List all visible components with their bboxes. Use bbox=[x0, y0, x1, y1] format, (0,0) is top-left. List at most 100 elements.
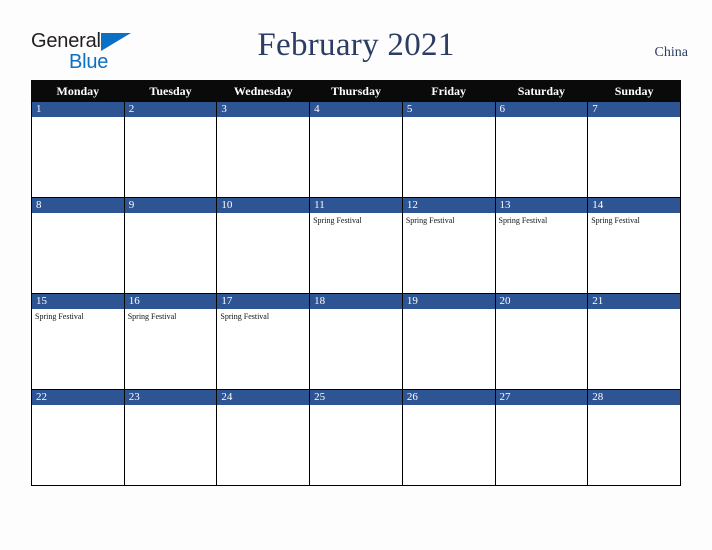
day-cell-content: 22 bbox=[32, 390, 124, 485]
calendar-day-cell[interactable]: 14 Spring Festival bbox=[587, 197, 681, 294]
day-number: 10 bbox=[217, 198, 310, 213]
day-cell-content: 5 bbox=[402, 102, 495, 197]
calendar-day-cell[interactable]: 21 bbox=[587, 293, 681, 390]
weekday-header-thursday: Thursday bbox=[309, 80, 403, 102]
calendar-day-cell[interactable]: 7 bbox=[587, 101, 681, 198]
calendar-weekday-header-row: Monday Tuesday Wednesday Thursday Friday… bbox=[31, 80, 681, 102]
day-cell-content: 2 bbox=[124, 102, 217, 197]
day-events bbox=[125, 405, 217, 407]
calendar-day-cell[interactable]: 12 Spring Festival bbox=[401, 197, 496, 294]
calendar-week-row: 22 23 24 25 26 27 28 bbox=[31, 389, 681, 486]
calendar-day-cell[interactable]: 13 Spring Festival bbox=[494, 197, 589, 294]
day-number: 26 bbox=[402, 390, 495, 405]
weekday-header-tuesday: Tuesday bbox=[123, 80, 218, 102]
day-events bbox=[125, 117, 217, 119]
calendar-day-cell[interactable]: 23 bbox=[123, 389, 218, 486]
day-cell-content: 3 bbox=[217, 102, 310, 197]
calendar-day-cell[interactable]: 6 bbox=[494, 101, 589, 198]
day-number: 23 bbox=[124, 390, 217, 405]
calendar-day-cell[interactable]: 25 bbox=[309, 389, 403, 486]
calendar-day-cell[interactable]: 5 bbox=[401, 101, 496, 198]
calendar-week-row: 8 9 10 11 Spring Festival 12 Spring Festival 13… bbox=[31, 197, 681, 294]
day-number: 13 bbox=[495, 198, 588, 213]
calendar-body: 1 2 3 4 5 6 7 8 9 10 11 Spring Festival 12 Spring Fes… bbox=[31, 101, 681, 486]
calendar-day-cell[interactable]: 8 bbox=[31, 197, 125, 294]
day-events bbox=[496, 309, 588, 311]
calendar-day-cell[interactable]: 16 Spring Festival bbox=[123, 293, 218, 390]
day-events bbox=[125, 213, 217, 215]
calendar-day-cell[interactable]: 19 bbox=[401, 293, 496, 390]
calendar-day-cell[interactable]: 22 bbox=[31, 389, 125, 486]
day-events: Spring Festival bbox=[588, 213, 680, 226]
day-number: 18 bbox=[310, 294, 402, 309]
calendar-day-cell[interactable]: 27 bbox=[494, 389, 589, 486]
weekday-header-saturday: Saturday bbox=[494, 80, 589, 102]
day-events bbox=[588, 117, 680, 119]
day-events bbox=[310, 309, 402, 311]
day-number: 2 bbox=[124, 102, 217, 117]
day-cell-content: 10 bbox=[217, 198, 310, 293]
calendar-day-cell[interactable]: 11 Spring Festival bbox=[309, 197, 403, 294]
day-cell-content: 12 Spring Festival bbox=[402, 198, 495, 293]
day-number: 12 bbox=[402, 198, 495, 213]
page-title: February 2021 bbox=[257, 27, 455, 63]
day-number: 19 bbox=[402, 294, 495, 309]
calendar-day-cell[interactable]: 24 bbox=[216, 389, 311, 486]
day-events bbox=[403, 309, 495, 311]
day-number: 25 bbox=[310, 390, 402, 405]
day-cell-content: 1 bbox=[32, 102, 124, 197]
day-events bbox=[496, 405, 588, 407]
day-cell-content: 17 Spring Festival bbox=[217, 294, 310, 389]
day-events bbox=[310, 405, 402, 407]
day-number: 22 bbox=[32, 390, 124, 405]
weekday-header-wednesday: Wednesday bbox=[216, 80, 311, 102]
weekday-header-monday: Monday bbox=[31, 80, 125, 102]
page-header: General Blue February 2021 China bbox=[0, 0, 712, 80]
event-label: Spring Festival bbox=[127, 312, 177, 321]
day-cell-content: 19 bbox=[402, 294, 495, 389]
calendar-day-cell[interactable]: 26 bbox=[401, 389, 496, 486]
day-number: 3 bbox=[217, 102, 310, 117]
event-label: Spring Festival bbox=[35, 312, 84, 321]
calendar-day-cell[interactable]: 3 bbox=[216, 101, 311, 198]
day-number: 24 bbox=[217, 390, 310, 405]
country-label: China bbox=[654, 45, 688, 60]
calendar-day-cell[interactable]: 2 bbox=[123, 101, 218, 198]
day-cell-content: 11 Spring Festival bbox=[310, 198, 402, 293]
calendar-week-row: 15 Spring Festival 16 Spring Festival 17 Spri… bbox=[31, 293, 681, 390]
calendar-day-cell[interactable]: 10 bbox=[216, 197, 311, 294]
day-events bbox=[32, 405, 124, 407]
day-events: Spring Festival bbox=[403, 213, 495, 226]
day-events: Spring Festival bbox=[32, 309, 124, 322]
day-cell-content: 28 bbox=[588, 390, 680, 485]
calendar-day-cell[interactable]: 28 bbox=[587, 389, 681, 486]
day-cell-content: 24 bbox=[217, 390, 310, 485]
day-events bbox=[588, 405, 680, 407]
day-number: 15 bbox=[32, 294, 124, 309]
calendar-day-cell[interactable]: 1 bbox=[31, 101, 125, 198]
day-events bbox=[217, 405, 309, 407]
day-number: 6 bbox=[495, 102, 588, 117]
weekday-header-sunday: Sunday bbox=[587, 80, 681, 102]
day-number: 1 bbox=[32, 102, 124, 117]
calendar-day-cell[interactable]: 15 Spring Festival bbox=[31, 293, 125, 390]
calendar-day-cell[interactable]: 20 bbox=[494, 293, 589, 390]
day-events bbox=[217, 213, 309, 215]
day-cell-content: 9 bbox=[124, 198, 217, 293]
day-events: Spring Festival bbox=[217, 309, 309, 322]
calendar-day-cell[interactable]: 4 bbox=[309, 101, 403, 198]
day-number: 9 bbox=[124, 198, 217, 213]
day-number: 4 bbox=[310, 102, 402, 117]
day-events bbox=[217, 117, 309, 119]
day-events bbox=[588, 309, 680, 311]
day-cell-content: 8 bbox=[32, 198, 124, 293]
day-cell-content: 27 bbox=[495, 390, 588, 485]
day-cell-content: 16 Spring Festival bbox=[124, 294, 217, 389]
day-cell-content: 7 bbox=[588, 102, 680, 197]
day-cell-content: 6 bbox=[495, 102, 588, 197]
calendar-day-cell[interactable]: 18 bbox=[309, 293, 403, 390]
calendar-day-cell[interactable]: 9 bbox=[123, 197, 218, 294]
calendar-day-cell[interactable]: 17 Spring Festival bbox=[216, 293, 311, 390]
day-events: Spring Festival bbox=[310, 213, 402, 226]
day-events bbox=[310, 117, 402, 119]
